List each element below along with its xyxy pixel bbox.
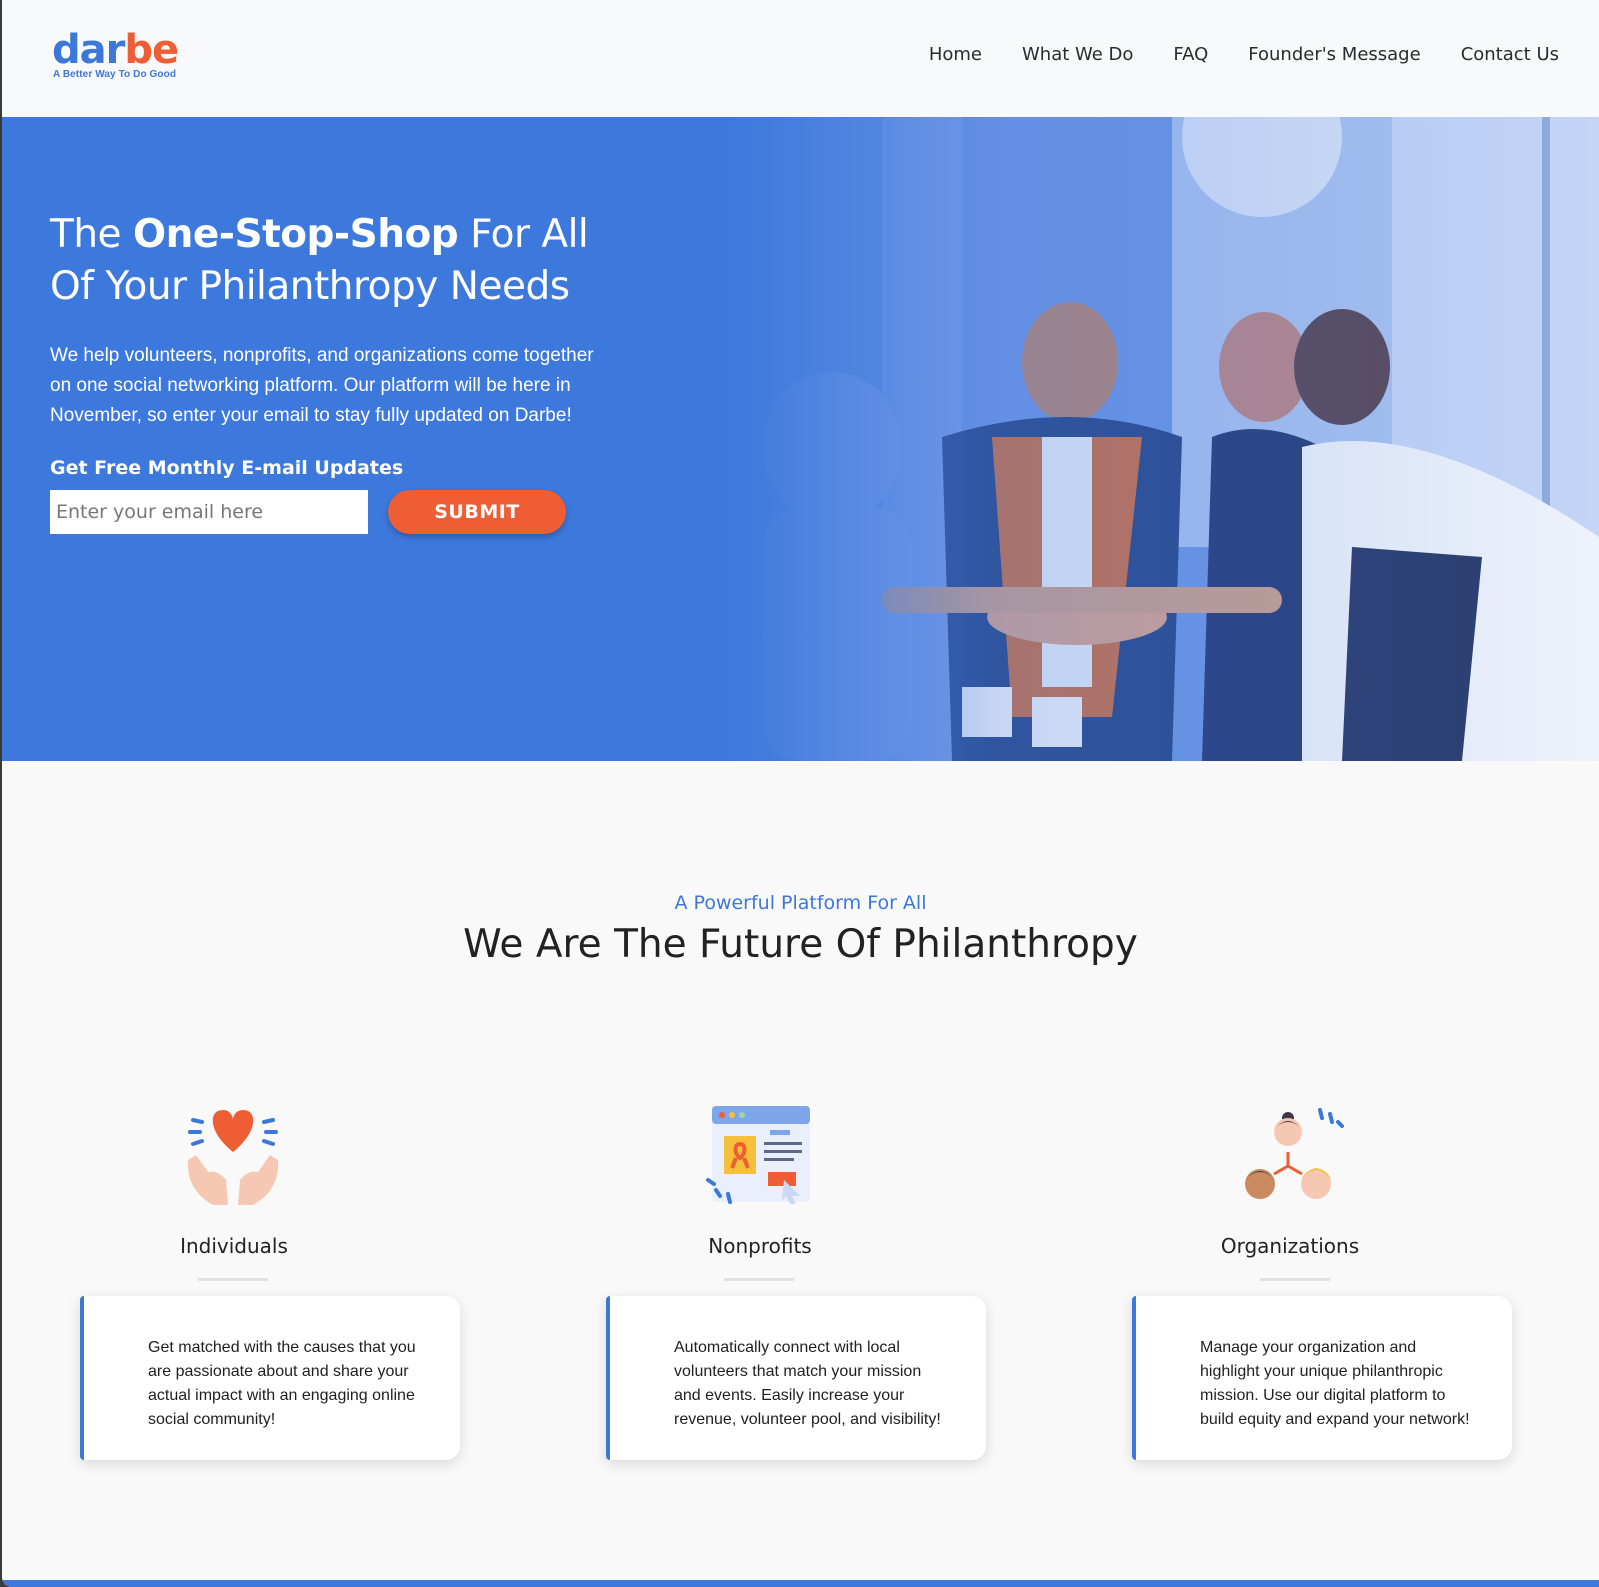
email-input[interactable]	[50, 490, 368, 534]
main-nav: Home What We Do FAQ Founder's Message Co…	[929, 44, 1559, 65]
nav-home[interactable]: Home	[929, 44, 982, 65]
email-updates-label: Get Free Monthly E-mail Updates	[50, 457, 404, 479]
logo-part-dar: dar	[52, 27, 125, 73]
feature-text-individuals: Get matched with the causes that you are…	[148, 1339, 416, 1428]
nav-founders-message[interactable]: Founder's Message	[1248, 44, 1420, 65]
people-network-icon	[1245, 1108, 1344, 1199]
feature-card-organizations: Manage your organization and highlight y…	[1132, 1296, 1512, 1460]
feature-title-organizations: Organizations	[1220, 1234, 1360, 1258]
feature-divider	[198, 1278, 268, 1281]
hero-section: The One-Stop-Shop For All Of Your Philan…	[2, 117, 1599, 761]
nav-faq[interactable]: FAQ	[1173, 44, 1208, 65]
heart-hands-icon	[187, 1110, 279, 1205]
feature-text-organizations: Manage your organization and highlight y…	[1200, 1339, 1470, 1428]
feature-title-nonprofits: Nonprofits	[708, 1234, 812, 1258]
submit-button[interactable]: SUBMIT	[388, 490, 566, 534]
site-header: darbe A Better Way To Do Good Home What …	[2, 0, 1599, 117]
hero-title: The One-Stop-Shop For All Of Your Philan…	[50, 209, 610, 313]
nav-contact-us[interactable]: Contact Us	[1461, 44, 1559, 65]
logo-tagline: A Better Way To Do Good	[53, 69, 177, 80]
feature-divider	[724, 1278, 794, 1281]
web-ribbon-icon	[706, 1106, 810, 1204]
feature-text-nonprofits: Automatically connect with local volunte…	[674, 1339, 941, 1428]
nav-what-we-do[interactable]: What We Do	[1022, 44, 1133, 65]
hero-content: The One-Stop-Shop For All Of Your Philan…	[50, 209, 610, 534]
feature-title-individuals: Individuals	[180, 1234, 288, 1258]
page: darbe A Better Way To Do Good Home What …	[2, 0, 1599, 1587]
section-title: We Are The Future Of Philanthropy	[463, 922, 1138, 967]
email-signup-form: SUBMIT	[50, 490, 610, 534]
hero-title-bold: One-Stop-Shop	[132, 212, 459, 257]
feature-card-individuals: Get matched with the causes that you are…	[80, 1296, 460, 1460]
hero-description: We help volunteers, nonprofits, and orga…	[50, 345, 594, 426]
next-section-edge	[2, 1580, 1599, 1587]
section-kicker: A Powerful Platform For All	[674, 892, 927, 914]
logo[interactable]: darbe A Better Way To Do Good	[52, 27, 179, 80]
logo-wordmark: darbe	[52, 27, 179, 73]
feature-card-nonprofits: Automatically connect with local volunte…	[606, 1296, 986, 1460]
hero-title-pre: The	[50, 212, 133, 257]
logo-part-be: be	[124, 27, 179, 73]
feature-divider	[1260, 1278, 1330, 1281]
